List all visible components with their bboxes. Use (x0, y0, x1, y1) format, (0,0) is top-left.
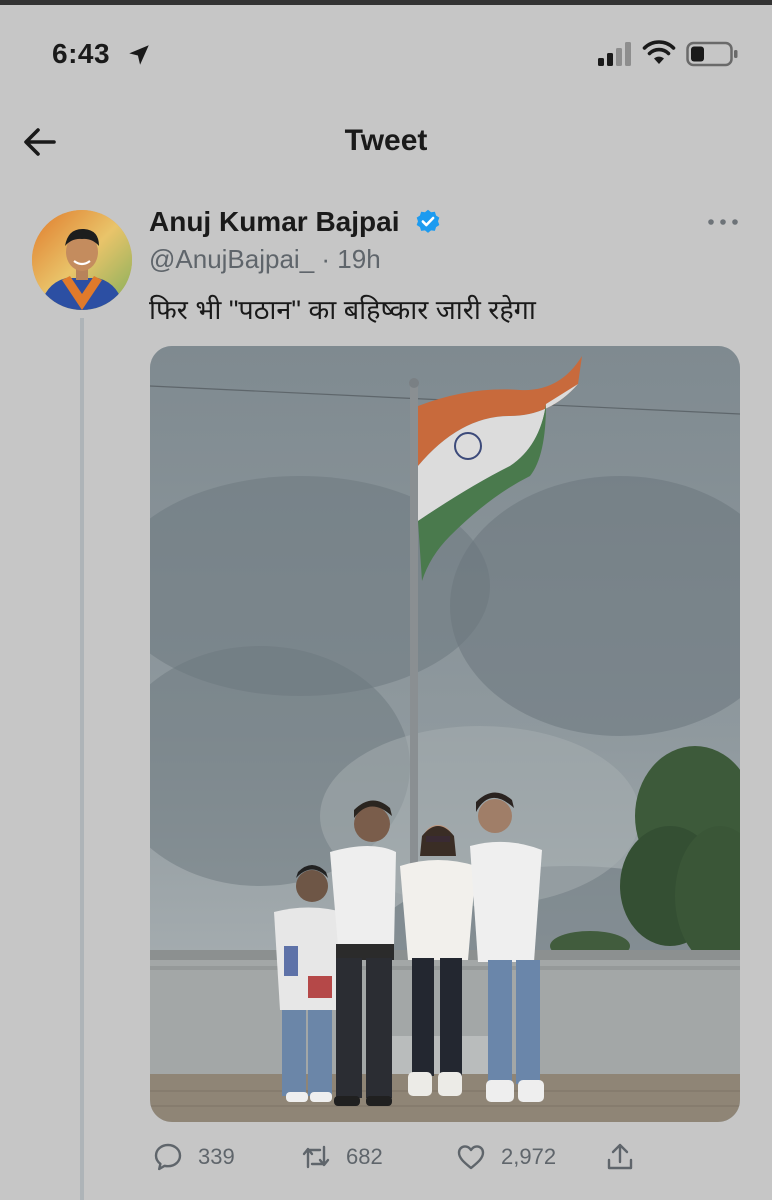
avatar[interactable] (32, 210, 132, 310)
signal-icon (598, 42, 631, 66)
share-icon (607, 1143, 633, 1170)
location-arrow-icon (129, 45, 149, 65)
like-icon (457, 1145, 485, 1170)
handle-line: @AnujBajpai_ · 19h (149, 244, 381, 275)
retweet-count: 682 (346, 1144, 383, 1169)
like-button[interactable]: 2,972 (455, 1140, 556, 1174)
reply-icon (154, 1143, 182, 1171)
wifi-icon (642, 40, 676, 64)
verified-badge-icon (416, 209, 440, 233)
status-time: 6:43 (52, 38, 111, 69)
battery-icon (686, 41, 738, 67)
like-count: 2,972 (501, 1144, 557, 1169)
author-handle[interactable]: @AnujBajpai_ (149, 244, 314, 274)
reply-count: 339 (198, 1144, 235, 1169)
top-edge-bar (0, 0, 772, 5)
page-title: Tweet (344, 124, 428, 157)
thread-line (80, 318, 84, 1200)
tweet-media-image[interactable] (150, 346, 740, 1122)
retweet-button[interactable]: 682 (300, 1140, 383, 1174)
tweet-text: फिर भी "पठान" का बहिष्कार जारी रहेगा (149, 295, 536, 325)
reply-button[interactable]: 339 (152, 1140, 235, 1174)
author-name[interactable]: Anuj Kumar Bajpai (149, 206, 399, 238)
retweet-icon (302, 1145, 330, 1169)
more-options-icon[interactable] (706, 212, 740, 232)
tweet-timestamp: · 19h (321, 244, 381, 274)
share-button[interactable] (604, 1140, 650, 1174)
